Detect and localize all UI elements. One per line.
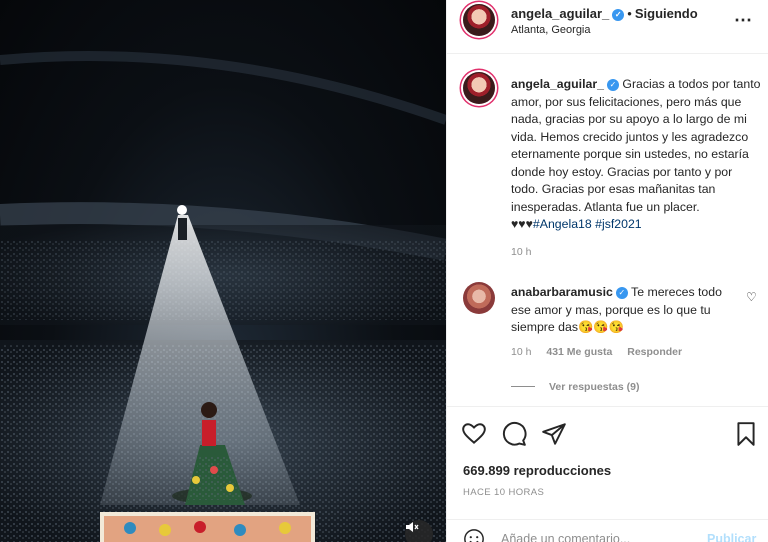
bookmark-icon[interactable] bbox=[733, 421, 759, 447]
post-actions: 669.899 reproducciones HACE 10 HORAS Pub… bbox=[447, 406, 768, 542]
verified-icon: ✓ bbox=[606, 79, 619, 91]
concert-scene bbox=[0, 51, 446, 542]
hashtag-link[interactable]: #jsf2021 bbox=[595, 217, 642, 231]
post-header: angela_aguilar_ ✓ • Siguiendo Atlanta, Geor… bbox=[447, 0, 768, 54]
author-avatar[interactable] bbox=[463, 4, 495, 36]
caption-username[interactable]: angela_aguilar_ bbox=[511, 77, 604, 91]
view-count[interactable]: 669.899 reproducciones bbox=[463, 463, 611, 478]
hashtag-link[interactable]: #Angela18 bbox=[533, 217, 592, 231]
comment-text: anabarbaramusic ✓ Te mereces todo ese amo… bbox=[511, 284, 741, 337]
replies-divider bbox=[511, 386, 535, 387]
more-options-icon[interactable]: ⋯ bbox=[734, 10, 753, 31]
post-panel: angela_aguilar_ ✓ • Siguiendo Atlanta, Geor… bbox=[446, 0, 768, 542]
add-comment-bar: Publicar bbox=[447, 519, 768, 542]
following-button[interactable]: Siguiendo bbox=[635, 6, 698, 21]
speaker-muted-icon bbox=[406, 522, 419, 532]
separator-dot: • bbox=[627, 6, 632, 21]
comment-likes[interactable]: 431 Me gusta bbox=[546, 346, 612, 358]
emoji-icon[interactable] bbox=[463, 528, 485, 542]
commenter-username[interactable]: anabarbaramusic bbox=[511, 285, 613, 299]
comment-bubble-icon[interactable] bbox=[501, 421, 527, 447]
share-send-icon[interactable] bbox=[541, 421, 567, 447]
verified-icon: ✓ bbox=[612, 9, 625, 21]
caption-avatar[interactable] bbox=[463, 72, 495, 104]
caption-body: Gracias a todos por tanto amor, por sus … bbox=[511, 77, 761, 231]
verified-icon: ✓ bbox=[615, 287, 628, 299]
caption-text: angela_aguilar_ ✓ Gracias a todos por tan… bbox=[511, 76, 761, 234]
commenter-avatar[interactable] bbox=[463, 282, 495, 314]
comment-input[interactable] bbox=[501, 532, 691, 542]
post-age: HACE 10 HORAS bbox=[463, 487, 545, 498]
comment-timestamp: 10 h bbox=[511, 346, 532, 358]
view-replies-button[interactable]: Ver respuestas (9) bbox=[511, 381, 639, 393]
comment-like-icon[interactable]: ♡ bbox=[746, 290, 757, 304]
header-user-line: angela_aguilar_ ✓ • Siguiendo bbox=[511, 6, 698, 21]
publish-button[interactable]: Publicar bbox=[707, 532, 756, 542]
mute-button[interactable] bbox=[405, 520, 433, 542]
post-location[interactable]: Atlanta, Georgia bbox=[511, 24, 591, 36]
like-heart-icon[interactable] bbox=[461, 421, 487, 447]
reply-button[interactable]: Responder bbox=[627, 346, 682, 358]
post-video[interactable] bbox=[0, 0, 446, 542]
caption-timestamp: 10 h bbox=[511, 246, 532, 258]
view-replies-label: Ver respuestas (9) bbox=[549, 381, 640, 393]
comment-meta: 10 h 431 Me gusta Responder bbox=[511, 346, 694, 358]
author-username[interactable]: angela_aguilar_ bbox=[511, 6, 609, 21]
